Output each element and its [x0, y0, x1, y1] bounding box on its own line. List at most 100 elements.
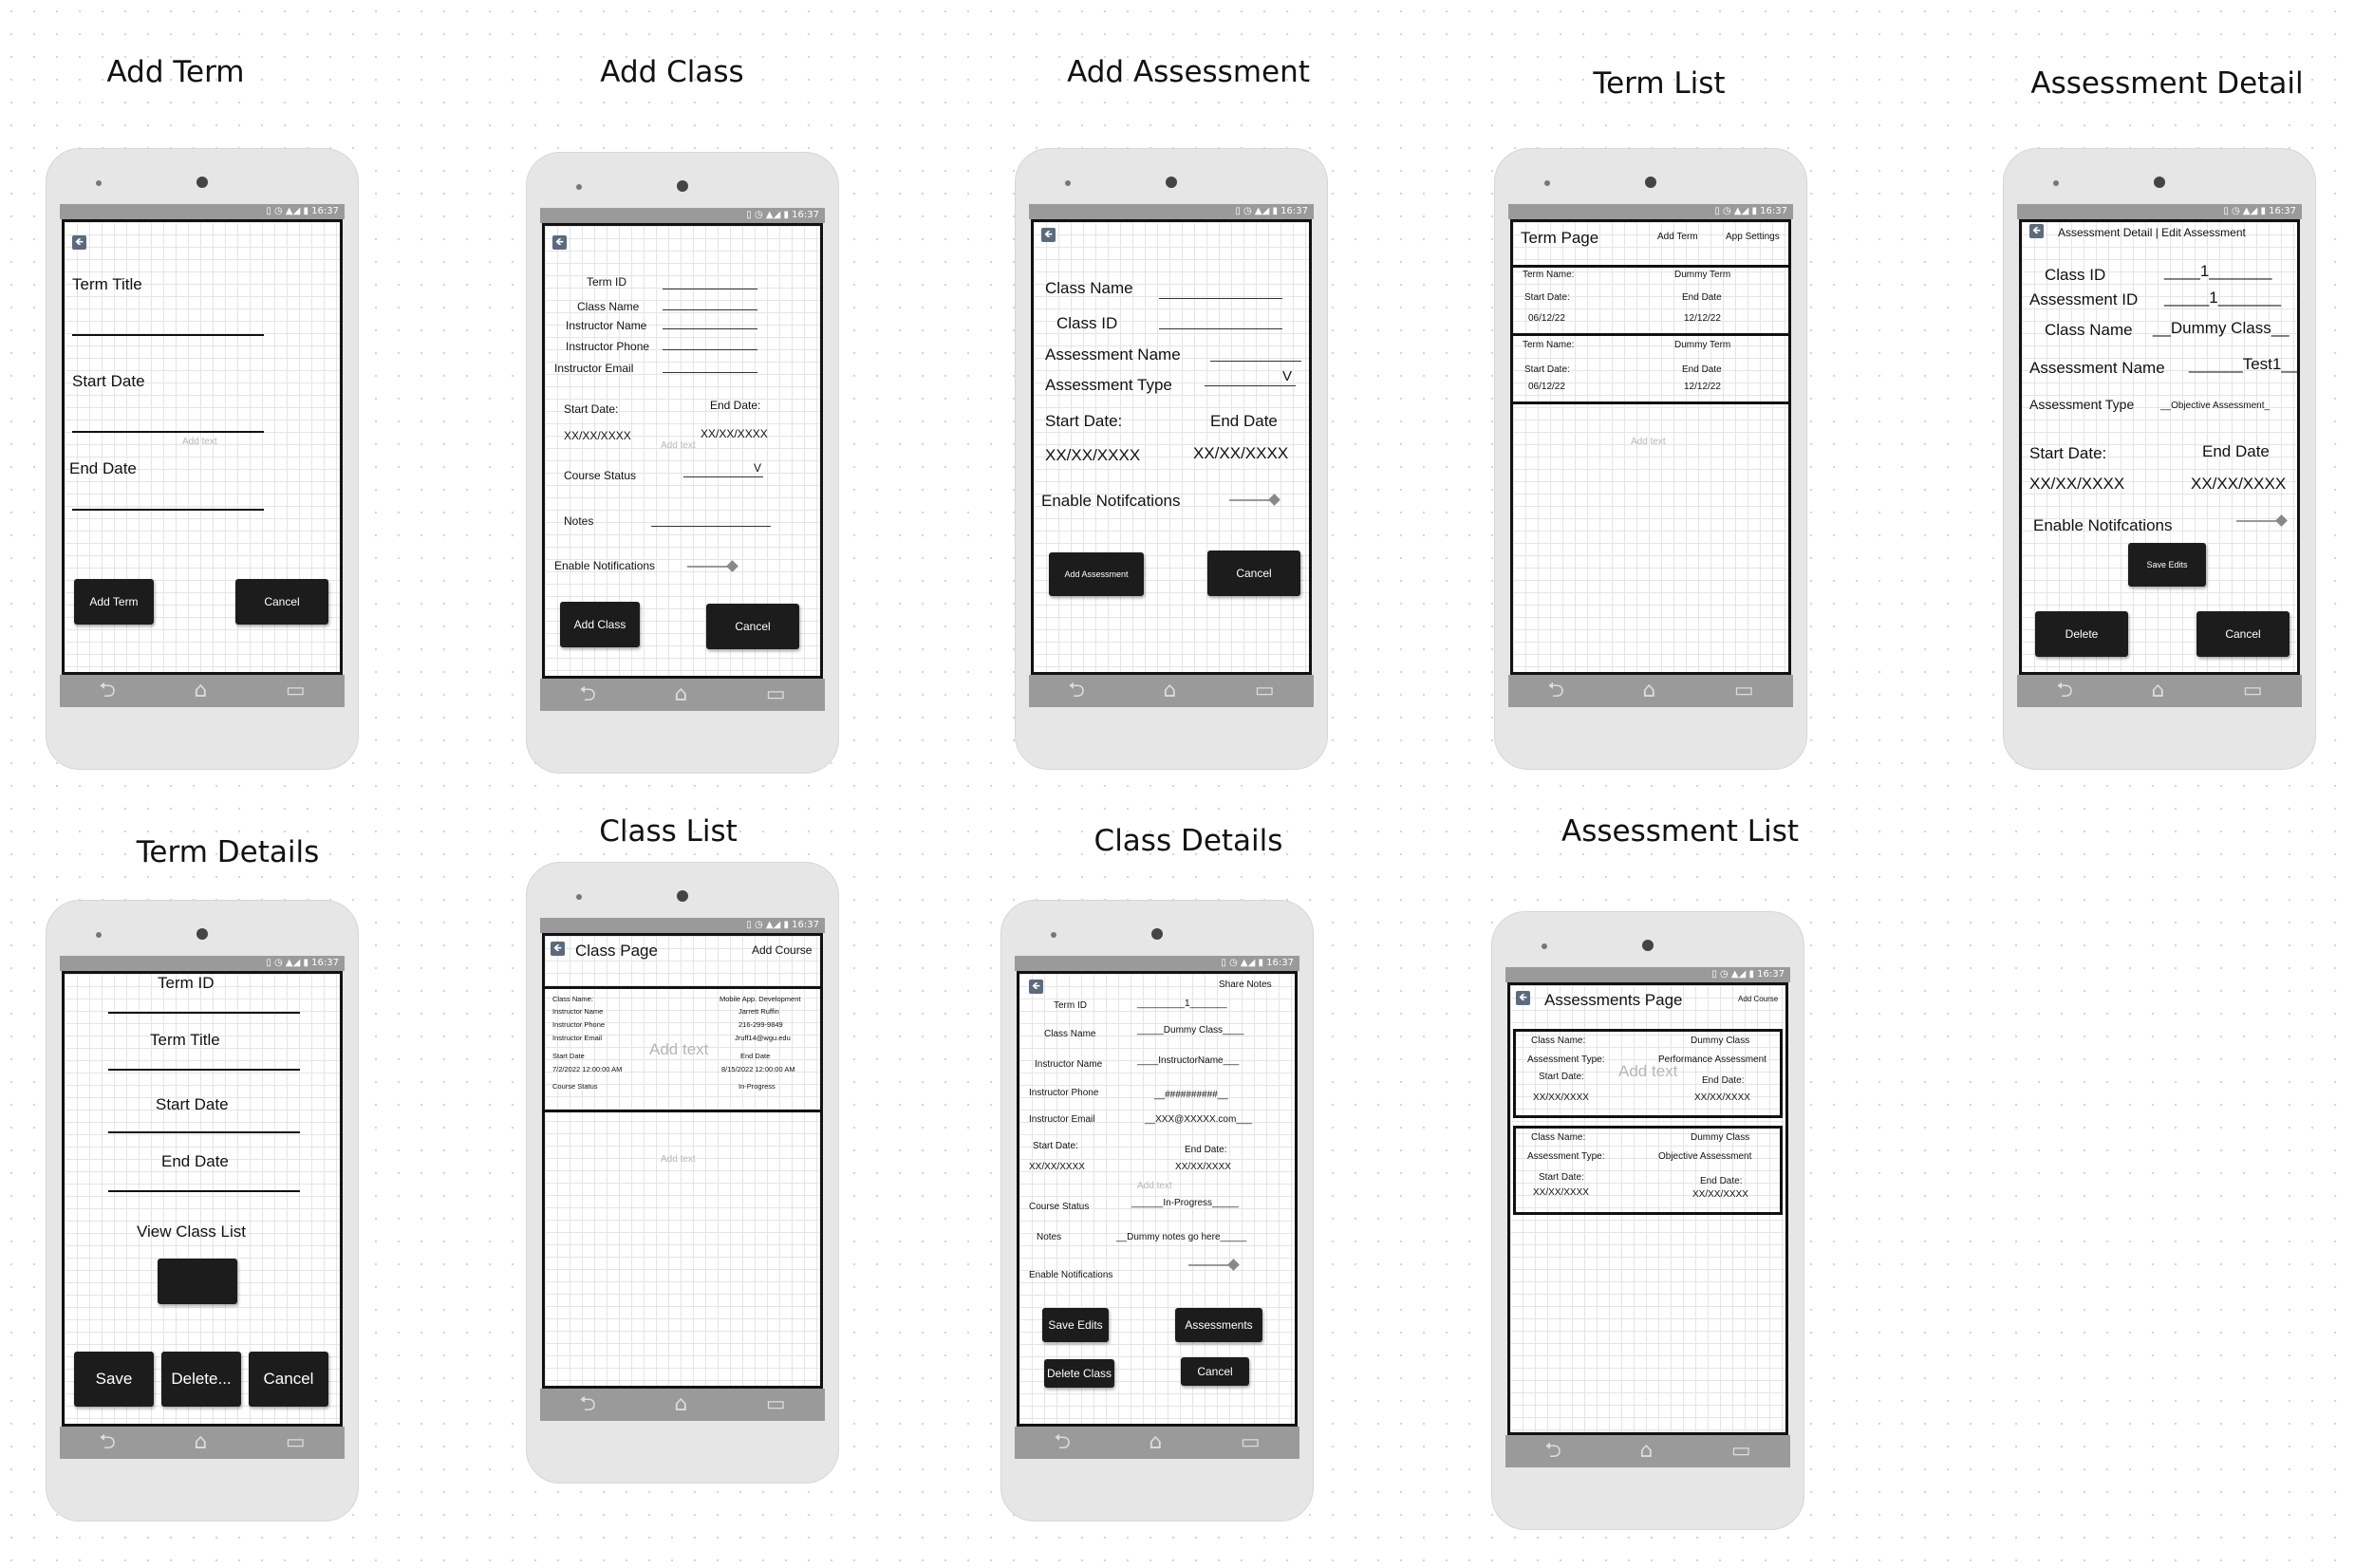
cancel-button[interactable]: Cancel [249, 1352, 328, 1407]
notifications-toggle[interactable] [687, 566, 735, 568]
class-name-value[interactable]: __Dummy Class__ [2153, 319, 2290, 338]
app-settings-link[interactable]: App Settings [1726, 232, 1780, 242]
cancel-button[interactable]: Cancel [1207, 551, 1300, 596]
back-arrow-icon[interactable]: 🡸 [72, 235, 86, 250]
nav-recent-icon[interactable]: ▭ [1731, 1441, 1751, 1462]
instructor-email-field[interactable] [663, 372, 757, 373]
class-card[interactable]: Class Name: Mobile App. Development Inst… [545, 989, 820, 1112]
notifications-toggle[interactable] [1229, 499, 1277, 501]
assessment-type-value[interactable]: __Objective Assessment_ [2160, 401, 2270, 411]
course-status-value[interactable]: ______In-Progress_____ [1131, 1198, 1239, 1208]
nav-home-icon[interactable]: ⌂ [1642, 681, 1655, 701]
end-date-value[interactable]: XX/XX/XXXX [701, 427, 768, 440]
notes-field[interactable] [651, 526, 771, 527]
term-card[interactable]: Term Name: Dummy Term Start Date: End Da… [1513, 268, 1788, 336]
nav-home-icon[interactable]: ⌂ [674, 1394, 687, 1415]
cancel-button[interactable]: Cancel [235, 579, 328, 625]
nav-recent-icon[interactable]: ▭ [766, 1394, 786, 1415]
assessment-type-dropdown-icon[interactable]: V [1282, 368, 1292, 384]
end-date-value[interactable]: XX/XX/XXXX [1175, 1162, 1231, 1172]
nav-recent-icon[interactable]: ▭ [286, 681, 306, 701]
cancel-button[interactable]: Cancel [2196, 611, 2290, 657]
assessment-card[interactable]: Class Name: Dummy Class Assessment Type:… [1513, 1126, 1783, 1215]
nav-back-icon[interactable]: ⮌ [1547, 681, 1564, 701]
notes-value[interactable]: __Dummy notes go here_____ [1116, 1232, 1246, 1242]
class-name-field[interactable] [663, 309, 757, 310]
cancel-button[interactable]: Cancel [706, 604, 799, 649]
assessment-name-field[interactable] [1210, 361, 1301, 362]
save-edits-button[interactable]: Save Edits [1042, 1308, 1109, 1342]
class-name-value[interactable]: _____Dummy Class____ [1137, 1025, 1243, 1036]
end-date-value[interactable]: XX/XX/XXXX [2191, 475, 2286, 494]
start-date-field[interactable] [72, 431, 264, 433]
course-status-field[interactable] [683, 476, 763, 477]
nav-recent-icon[interactable]: ▭ [1241, 1432, 1261, 1453]
nav-home-icon[interactable]: ⌂ [1639, 1441, 1653, 1462]
back-arrow-icon[interactable]: 🡸 [1041, 228, 1056, 242]
term-id-field[interactable] [108, 1012, 300, 1014]
start-date-value[interactable]: XX/XX/XXXX [1045, 446, 1140, 465]
assessment-card[interactable]: Class Name: Dummy Class Assessment Type:… [1513, 1029, 1783, 1118]
nav-recent-icon[interactable]: ▭ [1734, 681, 1754, 701]
delete-button[interactable]: Delete... [161, 1352, 241, 1407]
start-date-field[interactable] [108, 1131, 300, 1133]
nav-home-icon[interactable]: ⌂ [194, 681, 207, 701]
nav-back-icon[interactable]: ⮌ [579, 684, 596, 705]
nav-back-icon[interactable]: ⮌ [99, 1432, 116, 1453]
nav-back-icon[interactable]: ⮌ [579, 1394, 596, 1415]
end-date-value[interactable]: XX/XX/XXXX [1193, 444, 1288, 463]
back-arrow-icon[interactable]: 🡸 [2029, 224, 2044, 238]
instructor-name-value[interactable]: ____InstructorName___ [1137, 1055, 1239, 1066]
start-date-value[interactable]: XX/XX/XXXX [1029, 1162, 1085, 1172]
add-course-link[interactable]: Add Course [752, 943, 812, 957]
assessment-id-value[interactable]: _____1_______ [2164, 289, 2281, 308]
nav-home-icon[interactable]: ⌂ [1163, 681, 1176, 701]
share-notes-link[interactable]: Share Notes [1219, 980, 1272, 990]
cancel-button[interactable]: Cancel [1181, 1357, 1249, 1386]
nav-back-icon[interactable]: ⮌ [1054, 1432, 1071, 1453]
instructor-email-value[interactable]: __XXX@XXXXX.com___ [1145, 1114, 1252, 1125]
delete-button[interactable]: Delete [2035, 611, 2128, 657]
add-class-button[interactable]: Add Class [560, 602, 640, 647]
start-date-value[interactable]: XX/XX/XXXX [2029, 475, 2124, 494]
save-edits-button[interactable]: Save Edits [2128, 543, 2206, 587]
back-arrow-icon[interactable]: 🡸 [551, 942, 565, 956]
back-arrow-icon[interactable]: 🡸 [552, 235, 567, 250]
assessment-name-value[interactable]: ______Test1___ [2189, 355, 2297, 374]
back-arrow-icon[interactable]: 🡸 [1516, 991, 1530, 1005]
nav-back-icon[interactable]: ⮌ [2056, 681, 2073, 701]
notifications-toggle[interactable] [2236, 520, 2284, 522]
nav-home-icon[interactable]: ⌂ [2151, 681, 2164, 701]
instructor-phone-field[interactable] [663, 349, 757, 350]
course-status-dropdown-icon[interactable]: V [754, 461, 761, 475]
view-class-list-button[interactable] [158, 1259, 237, 1304]
notifications-toggle[interactable] [1188, 1264, 1236, 1266]
delete-class-button[interactable]: Delete Class [1044, 1359, 1114, 1388]
add-course-link[interactable]: Add Course [1738, 995, 1778, 1003]
nav-recent-icon[interactable]: ▭ [766, 684, 786, 705]
term-title-field[interactable] [72, 334, 264, 336]
back-arrow-icon[interactable]: 🡸 [1029, 980, 1043, 994]
nav-recent-icon[interactable]: ▭ [286, 1432, 306, 1453]
add-assessment-button[interactable]: Add Assessment [1049, 552, 1144, 596]
assessment-type-field[interactable] [1205, 385, 1296, 386]
nav-back-icon[interactable]: ⮌ [1544, 1441, 1561, 1462]
nav-home-icon[interactable]: ⌂ [674, 684, 687, 705]
start-date-value[interactable]: XX/XX/XXXX [564, 429, 631, 442]
nav-home-icon[interactable]: ⌂ [194, 1432, 207, 1453]
class-id-value[interactable]: ____1_______ [2164, 262, 2271, 281]
instructor-name-field[interactable] [663, 328, 757, 329]
class-name-field[interactable] [1159, 298, 1282, 299]
end-date-field[interactable] [108, 1190, 300, 1192]
term-id-value[interactable]: _________1_______ [1137, 999, 1227, 1009]
nav-back-icon[interactable]: ⮌ [1068, 681, 1085, 701]
class-id-field[interactable] [1159, 328, 1282, 329]
nav-back-icon[interactable]: ⮌ [99, 681, 116, 701]
add-term-link[interactable]: Add Term [1657, 232, 1698, 242]
instructor-phone-value[interactable]: __##########__ [1154, 1090, 1228, 1100]
assessments-button[interactable]: Assessments [1175, 1308, 1262, 1342]
end-date-field[interactable] [72, 509, 264, 511]
term-card[interactable]: Term Name: Dummy Term Start Date: End Da… [1513, 336, 1788, 404]
save-button[interactable]: Save [74, 1352, 154, 1407]
nav-recent-icon[interactable]: ▭ [1255, 681, 1275, 701]
